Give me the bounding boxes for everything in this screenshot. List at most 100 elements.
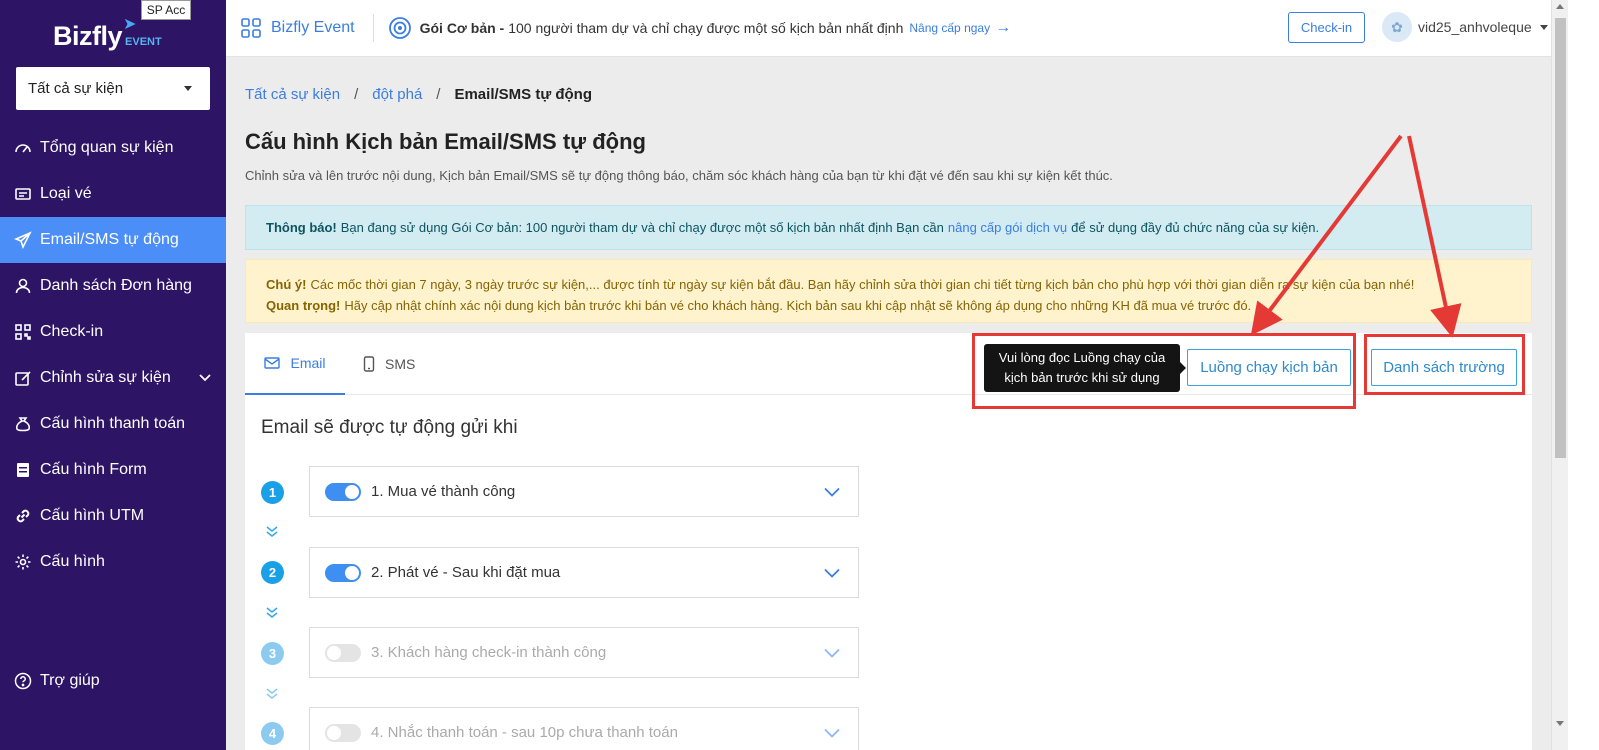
- app-name: Bizfly Event: [271, 19, 355, 36]
- plan-name: Gói Cơ bản -: [419, 20, 505, 36]
- step-toggle[interactable]: [325, 482, 361, 501]
- sidebar-item-label: Tổng quan sự kiện: [40, 139, 174, 156]
- step-toggle[interactable]: [325, 643, 361, 662]
- logo-suffix: EVENT: [125, 36, 162, 48]
- event-select-value: Tất cả sự kiện: [28, 80, 124, 97]
- help-icon: [14, 672, 32, 690]
- user-menu[interactable]: ✿ vid25_anhvoleque: [1382, 12, 1548, 42]
- paper-plane-icon: ➤: [123, 16, 137, 33]
- automation-panel: Email SMS Vui lòng đọc Luồng chạy của kị…: [245, 333, 1532, 750]
- user-icon: [14, 277, 32, 295]
- info-alert: Thông báo! Bạn đang sử dụng Gói Cơ bản: …: [245, 205, 1532, 250]
- avatar: ✿: [1382, 12, 1412, 42]
- upgrade-label: Nâng cấp ngay: [909, 21, 991, 35]
- step-label: 4. Nhắc thanh toán - sau 10p chưa thanh …: [371, 724, 678, 741]
- caret-down-icon: [1539, 24, 1548, 30]
- edit-icon: [14, 369, 32, 387]
- double-chevron-down-icon: [265, 687, 279, 704]
- sidebar-item-help[interactable]: Trợ giúp: [0, 658, 226, 704]
- mail-icon: [264, 357, 281, 369]
- chevron-down-icon[interactable]: [824, 484, 840, 501]
- sidebar-item-label: Cấu hình: [40, 553, 105, 570]
- tab-label: Email: [290, 355, 326, 371]
- breadcrumb-all-events[interactable]: Tất cả sự kiện: [245, 86, 340, 103]
- sidebar-item-label: Chỉnh sửa sự kiện: [40, 369, 171, 386]
- step-number: 4: [261, 722, 284, 745]
- app-switcher[interactable]: Bizfly Event: [240, 17, 355, 39]
- scroll-thumb[interactable]: [1555, 18, 1566, 458]
- scrollbar[interactable]: [1551, 0, 1568, 750]
- warning-line-1: Chú ý! Các mốc thời gian 7 ngày, 3 ngày t…: [266, 274, 1511, 295]
- gear-icon: [14, 553, 32, 571]
- sidebar-item-utm[interactable]: Cấu hình UTM: [0, 493, 226, 539]
- step-card[interactable]: 2. Phát vé - Sau khi đặt mua: [309, 547, 859, 598]
- divider: [372, 14, 374, 42]
- sidebar-item-orders[interactable]: Danh sách Đơn hàng: [0, 263, 226, 309]
- checkin-button[interactable]: Check-in: [1288, 12, 1365, 43]
- step-label: 1. Mua vé thành công: [371, 483, 516, 500]
- double-chevron-down-icon: [265, 525, 279, 542]
- breadcrumb: Tất cả sự kiện / đột phá / Email/SMS tự …: [245, 86, 592, 103]
- important-text: Hãy cập nhật chính xác nội dung kịch bản…: [344, 298, 1252, 313]
- username: vid25_anhvoleque: [1418, 19, 1532, 35]
- sidebar-item-ticket-types[interactable]: Loại vé: [0, 171, 226, 217]
- step-toggle[interactable]: [325, 723, 361, 742]
- sidebar-item-overview[interactable]: Tổng quan sự kiện: [0, 125, 226, 171]
- sidebar-item-label: Danh sách Đơn hàng: [40, 277, 192, 294]
- plan-description: 100 người tham dự và chỉ chạy được một s…: [508, 20, 904, 36]
- scroll-down-icon[interactable]: [1556, 721, 1564, 726]
- tab-sms[interactable]: SMS: [363, 333, 423, 395]
- page-title: Cấu hình Kịch bản Email/SMS tự động: [245, 129, 646, 154]
- step-number: 2: [261, 561, 284, 584]
- tab-label: SMS: [385, 356, 416, 372]
- sidebar-item-payment[interactable]: Cấu hình thanh toán: [0, 401, 226, 447]
- channel-tabs: Email SMS Vui lòng đọc Luồng chạy của kị…: [245, 333, 1532, 409]
- breadcrumb-current: Email/SMS tự động: [454, 86, 593, 103]
- page-description: Chỉnh sửa và lên trước nội dung, Kịch bả…: [245, 168, 1113, 183]
- warning-text: Các mốc thời gian 7 ngày, 3 ngày trước s…: [310, 277, 1415, 292]
- sidebar-item-label: Loại vé: [40, 185, 92, 202]
- info-alert-text: Bạn đang sử dụng Gói Cơ bản: 100 người t…: [340, 220, 944, 235]
- sidebar-item-checkin[interactable]: Check-in: [0, 309, 226, 355]
- broadcast-icon: [388, 17, 411, 39]
- account-badge: SP Acc: [141, 0, 191, 20]
- step-card[interactable]: 3. Khách hàng check-in thành công: [309, 627, 859, 678]
- info-alert-label: Thông báo!: [266, 220, 337, 235]
- sidebar: Bizfly EVENT ➤ SP Acc Tất cả sự kiện Tổn…: [0, 0, 226, 750]
- ticket-icon: [14, 185, 32, 203]
- event-select[interactable]: Tất cả sự kiện: [16, 67, 210, 110]
- sidebar-item-label: Cấu hình Form: [40, 461, 147, 478]
- sidebar-item-form[interactable]: Cấu hình Form: [0, 447, 226, 493]
- money-bag-icon: [14, 415, 32, 433]
- sidebar-item-settings[interactable]: Cấu hình: [0, 539, 226, 585]
- link-icon: [14, 507, 32, 525]
- sidebar-item-email-sms[interactable]: Email/SMS tự động: [0, 217, 226, 263]
- top-bar: Bizfly Event Gói Cơ bản - 100 người tham…: [226, 0, 1551, 57]
- breadcrumb-event[interactable]: đột phá: [372, 86, 422, 103]
- warning-label: Chú ý!: [266, 277, 307, 292]
- step-card[interactable]: 1. Mua vé thành công: [309, 466, 859, 517]
- double-chevron-down-icon: [265, 606, 279, 623]
- dashboard-icon: [14, 139, 32, 157]
- breadcrumb-separator: /: [354, 86, 359, 103]
- step-toggle[interactable]: [325, 563, 361, 582]
- sidebar-item-edit-event[interactable]: Chỉnh sửa sự kiện: [0, 355, 226, 401]
- chevron-down-icon[interactable]: [824, 565, 840, 582]
- phone-icon: [363, 356, 375, 372]
- logo-text: Bizfly: [53, 21, 123, 51]
- info-alert-text-end: để sử dụng đầy đủ chức năng của sự kiện.: [1071, 220, 1320, 235]
- annotation-box: [972, 333, 1356, 409]
- step-card[interactable]: 4. Nhắc thanh toán - sau 10p chưa thanh …: [309, 707, 859, 750]
- scroll-up-icon[interactable]: [1556, 4, 1564, 9]
- apps-grid-icon: [241, 18, 261, 38]
- upgrade-link[interactable]: Nâng cấp ngay →: [909, 19, 1011, 37]
- sidebar-item-label: Email/SMS tự động: [40, 231, 179, 248]
- step-number: 1: [261, 481, 284, 504]
- important-label: Quan trọng!: [266, 298, 341, 313]
- upgrade-plan-link[interactable]: nâng cấp gói dịch vụ: [948, 220, 1067, 235]
- tab-email[interactable]: Email: [245, 333, 345, 395]
- chevron-down-icon[interactable]: [824, 645, 840, 662]
- chevron-down-icon[interactable]: [824, 725, 840, 742]
- caret-down-icon: [184, 86, 192, 91]
- step-label: 3. Khách hàng check-in thành công: [371, 644, 607, 661]
